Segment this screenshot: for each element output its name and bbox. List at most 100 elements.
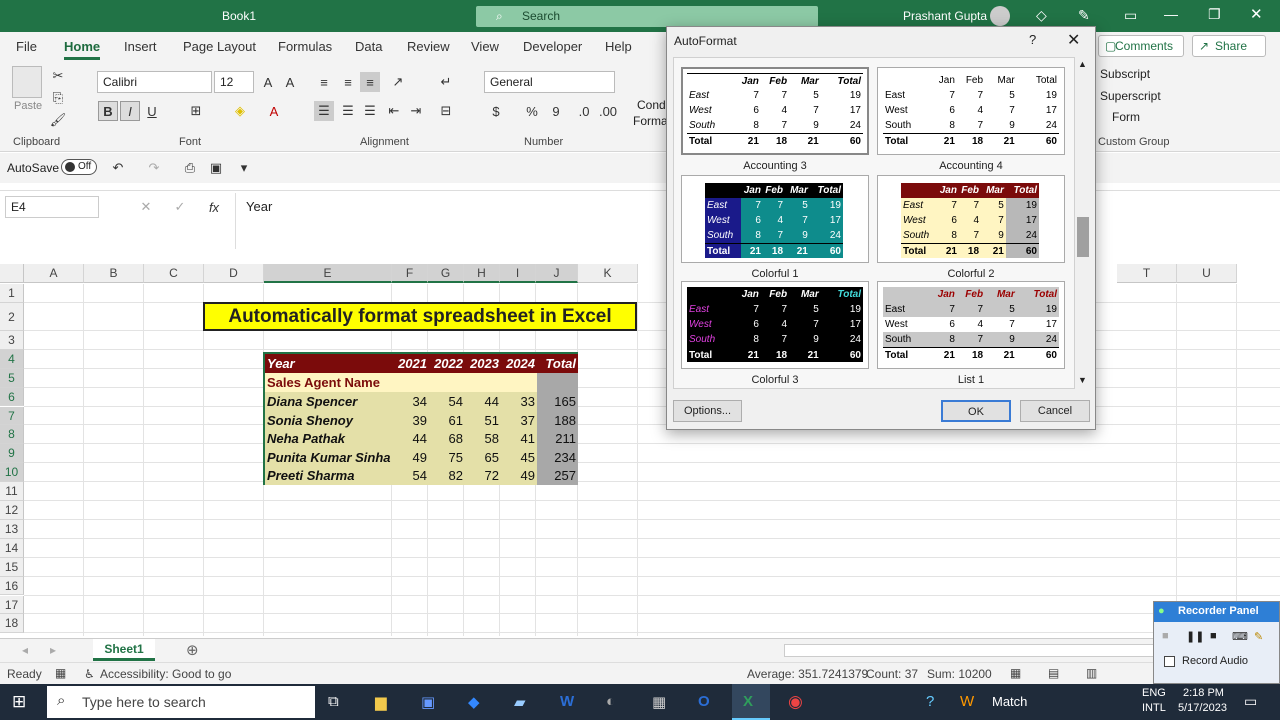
row-header[interactable]: 17	[0, 595, 24, 615]
notification-icon[interactable]: ▭	[1244, 693, 1257, 710]
value-cell[interactable]: 211	[537, 429, 578, 448]
clock-date[interactable]: 5/17/2023	[1178, 702, 1227, 714]
options-button[interactable]: Options...	[673, 400, 742, 422]
column-header[interactable]: E	[264, 264, 392, 283]
value-cell[interactable]: 44	[393, 429, 429, 448]
store-icon[interactable]: ▣	[421, 693, 435, 711]
autosave-toggle[interactable]: Off	[61, 159, 97, 175]
tab-view[interactable]: View	[471, 39, 499, 54]
table-header-cell[interactable]: 2022	[429, 354, 465, 373]
row-header[interactable]: 10	[0, 463, 24, 483]
ribbon-display-icon[interactable]: ▭	[1124, 7, 1137, 24]
outlook-icon[interactable]: O	[698, 693, 710, 710]
value-cell[interactable]: 41	[501, 429, 537, 448]
value-cell[interactable]: 61	[429, 410, 465, 430]
conditional-formatting-label[interactable]: Condi	[637, 98, 668, 112]
value-cell[interactable]: 45	[501, 447, 537, 467]
chrome-icon[interactable]: ◉	[788, 692, 803, 712]
increase-decimal-icon[interactable]: .0	[574, 101, 594, 121]
table-header-cell[interactable]: 2021	[393, 354, 429, 373]
share-button[interactable]: ↗ Share	[1192, 35, 1266, 57]
value-cell[interactable]: 51	[465, 410, 501, 430]
column-header[interactable]: H	[464, 264, 500, 283]
value-cell[interactable]: 39	[393, 410, 429, 430]
tab-page-layout[interactable]: Page Layout	[183, 39, 256, 54]
row-header[interactable]: 6	[0, 387, 24, 407]
form-button[interactable]: Form	[1112, 110, 1140, 124]
comma-icon[interactable]: 9	[546, 101, 566, 121]
value-cell[interactable]: 33	[501, 392, 537, 411]
increase-font-icon[interactable]: A	[258, 72, 278, 92]
pen-icon[interactable]: ✎	[1078, 7, 1090, 24]
comments-button[interactable]: ▢ Comments	[1098, 35, 1184, 57]
print-preview-icon[interactable]: ⎙	[180, 158, 200, 178]
user-name[interactable]: Prashant Gupta	[903, 9, 987, 23]
data-table[interactable]: Year 2021 2022 2023 2024 Total Sales Agent Nam…	[263, 352, 578, 485]
value-cell[interactable]: 82	[429, 466, 465, 485]
value-cell[interactable]: 72	[465, 466, 501, 485]
column-header[interactable]: U	[1177, 264, 1237, 283]
merge-center-icon[interactable]: ⊟	[436, 101, 456, 121]
column-header[interactable]: B	[84, 264, 144, 283]
row-header[interactable]: 15	[0, 557, 24, 577]
normal-view-icon[interactable]: ▦	[1010, 666, 1021, 680]
column-header[interactable]: G	[428, 264, 464, 283]
lang-code[interactable]: ENG	[1142, 687, 1166, 699]
align-top-icon[interactable]: ≡	[314, 72, 334, 92]
column-header[interactable]: K	[578, 264, 638, 283]
add-sheet-icon[interactable]: ⊕	[186, 641, 199, 659]
table-header-cell[interactable]: Total	[537, 354, 578, 373]
value-cell[interactable]: 34	[393, 392, 429, 411]
row-header[interactable]: 14	[0, 538, 24, 558]
help-button[interactable]: ?	[1029, 32, 1036, 47]
align-left-icon[interactable]: ☰	[314, 101, 334, 121]
scroll-up-icon[interactable]: ▲	[1078, 59, 1087, 69]
scroll-down-icon[interactable]: ▼	[1078, 375, 1087, 385]
value-cell[interactable]: 37	[501, 410, 537, 430]
number-format-select[interactable]: General	[484, 71, 615, 93]
increase-indent-icon[interactable]: ⇥	[406, 101, 426, 121]
title-cell[interactable]: Automatically format spreadsheet in Exce…	[203, 302, 637, 331]
table-header-cell[interactable]: 2024	[501, 354, 537, 373]
column-header[interactable]: T	[1117, 264, 1177, 283]
row-header[interactable]: 11	[0, 482, 24, 501]
font-color-icon[interactable]: A	[264, 101, 284, 121]
agent-name-cell[interactable]: Sonia Shenoy	[265, 410, 393, 430]
decrease-font-icon[interactable]: A	[280, 72, 300, 92]
windows-start-icon[interactable]: ⊞	[12, 692, 26, 712]
gallery-scrollbar[interactable]: ▲ ▼	[1076, 57, 1090, 389]
decrease-decimal-icon[interactable]: .00	[598, 101, 618, 121]
match-label[interactable]: Match	[992, 694, 1027, 709]
value-cell[interactable]: 49	[501, 466, 537, 485]
value-cell[interactable]: 257	[537, 466, 578, 485]
value-cell[interactable]: 54	[429, 392, 465, 411]
value-cell[interactable]: 58	[465, 429, 501, 448]
word-icon[interactable]: W	[560, 693, 574, 710]
borders-icon[interactable]: ⊞	[186, 101, 206, 121]
row-header[interactable]: 8	[0, 425, 24, 445]
table-header-cell[interactable]: 2023	[465, 354, 501, 373]
tab-developer[interactable]: Developer	[523, 39, 582, 54]
task-view-icon[interactable]: ⧉	[328, 693, 339, 710]
help-tray-icon[interactable]: ?	[926, 693, 934, 710]
tab-help[interactable]: Help	[605, 39, 632, 54]
tab-insert[interactable]: Insert	[124, 39, 157, 54]
agent-name-cell[interactable]: Neha Pathak	[265, 429, 393, 448]
underline-icon[interactable]: U	[142, 101, 162, 121]
row-header[interactable]: 13	[0, 519, 24, 539]
diamond-icon[interactable]: ◇	[1036, 7, 1047, 24]
minimize-button[interactable]: —	[1164, 6, 1178, 22]
format-painter-icon[interactable]: 🖌	[48, 110, 68, 130]
ok-button[interactable]: OK	[941, 400, 1011, 422]
highlighter-icon[interactable]: ✎	[1254, 630, 1263, 643]
copy-icon[interactable]: ⎘	[48, 88, 68, 108]
dropbox-icon[interactable]: ◆	[468, 693, 480, 711]
close-button[interactable]: ✕	[1250, 5, 1263, 23]
camera-icon[interactable]: ▣	[206, 158, 226, 178]
customize-qat-icon[interactable]: ▾	[234, 158, 254, 178]
paste-label[interactable]: Paste	[14, 100, 42, 112]
rec-stop-icon[interactable]: ■	[1162, 630, 1169, 642]
superscript-button[interactable]: Superscript	[1100, 89, 1161, 103]
select-all-corner[interactable]	[0, 264, 24, 283]
tab-formulas[interactable]: Formulas	[278, 39, 332, 54]
